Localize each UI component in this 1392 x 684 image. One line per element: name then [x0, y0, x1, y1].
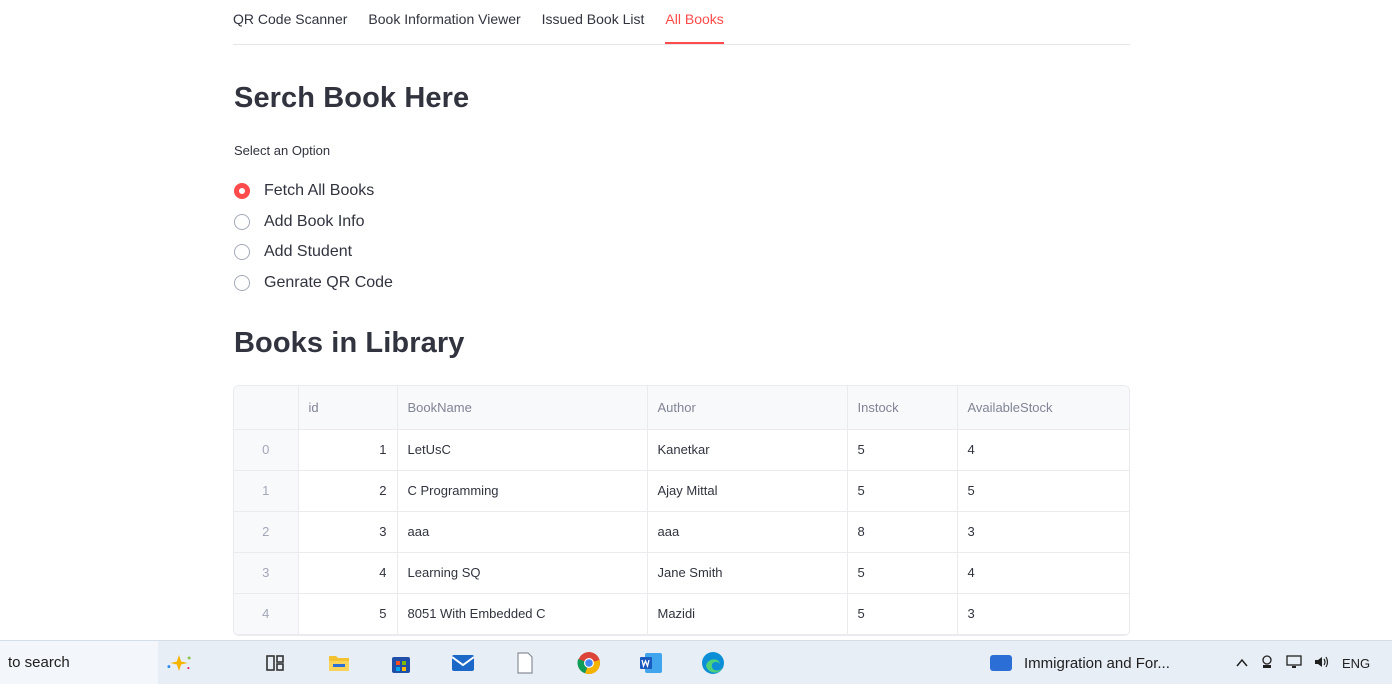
language-indicator[interactable]: ENG [1342, 656, 1370, 671]
row-index: 4 [234, 593, 299, 635]
app-window: QR Code Scanner Book Information Viewer … [0, 0, 1392, 640]
taskbar-search-box[interactable]: to search [0, 641, 158, 684]
tab-bar: QR Code Scanner Book Information Viewer … [233, 0, 1130, 45]
column-header-instock[interactable]: Instock [847, 386, 958, 430]
cell-availablestock[interactable]: 4 [957, 552, 1129, 594]
radio-group-label: Select an Option [234, 143, 331, 158]
cell-author[interactable]: Ajay Mittal [647, 470, 848, 512]
cell-id[interactable]: 2 [298, 470, 398, 512]
cell-availablestock[interactable]: 3 [957, 593, 1129, 635]
table-row: 0 1 LetUsC Kanetkar 5 4 [234, 429, 1129, 471]
cell-author[interactable]: Kanetkar [647, 429, 848, 471]
tab-all-books[interactable]: All Books [665, 0, 724, 44]
cell-instock[interactable]: 5 [847, 593, 958, 635]
cell-bookname[interactable]: C Programming [397, 470, 648, 512]
column-header-availablestock[interactable]: AvailableStock [957, 386, 1129, 430]
radio-unselected-icon[interactable] [234, 244, 250, 261]
radio-add-student[interactable]: Add Student [234, 237, 393, 268]
option-radio-group: Fetch All Books Add Book Info Add Studen… [234, 176, 393, 298]
table-row: 4 5 8051 With Embedded C Mazidi 5 3 [234, 593, 1129, 635]
network-icon[interactable] [1286, 654, 1302, 672]
library-section-title: Books in Library [234, 327, 465, 359]
cell-instock[interactable]: 5 [847, 429, 958, 471]
volume-icon[interactable] [1314, 655, 1330, 672]
row-index: 1 [234, 470, 299, 512]
column-header-id[interactable]: id [298, 386, 398, 430]
radio-option-label: Genrate QR Code [264, 273, 393, 291]
meet-now-icon[interactable] [1260, 654, 1274, 672]
table-row: 3 4 Learning SQ Jane Smith 5 4 [234, 552, 1129, 594]
file-explorer-icon[interactable] [326, 650, 352, 676]
running-app-label: Immigration and For... [1024, 654, 1170, 672]
column-header-bookname[interactable]: BookName [397, 386, 648, 430]
tab-issued-book-list[interactable]: Issued Book List [542, 0, 645, 44]
cell-bookname[interactable]: Learning SQ [397, 552, 648, 594]
table-row: 1 2 C Programming Ajay Mittal 5 5 [234, 470, 1129, 512]
system-tray: ENG [1236, 650, 1382, 676]
cell-id[interactable]: 4 [298, 552, 398, 594]
cell-bookname[interactable]: LetUsC [397, 429, 648, 471]
table-row: 2 3 aaa aaa 8 3 [234, 511, 1129, 553]
table-header-row: id BookName Author Instock AvailableStoc… [234, 386, 1129, 430]
books-table[interactable]: id BookName Author Instock AvailableStoc… [233, 385, 1130, 636]
search-section-title: Serch Book Here [234, 82, 470, 114]
radio-unselected-icon[interactable] [234, 213, 250, 230]
cell-id[interactable]: 3 [298, 511, 398, 553]
radio-genrate-qr-code[interactable]: Genrate QR Code [234, 268, 393, 299]
cell-author[interactable]: aaa [647, 511, 848, 553]
cell-instock[interactable]: 5 [847, 552, 958, 594]
radio-option-label: Add Book Info [264, 212, 365, 230]
mail-icon[interactable] [450, 650, 476, 676]
row-index: 2 [234, 511, 299, 553]
cell-instock[interactable]: 8 [847, 511, 958, 553]
row-index: 0 [234, 429, 299, 471]
tab-qr-code-scanner[interactable]: QR Code Scanner [233, 0, 347, 44]
taskbar-search-text: to search [8, 654, 70, 671]
copilot-sparkle-icon[interactable] [166, 650, 192, 676]
cell-bookname[interactable]: aaa [397, 511, 648, 553]
chrome-icon[interactable] [576, 650, 602, 676]
radio-option-label: Fetch All Books [264, 182, 375, 200]
edge-icon[interactable] [700, 650, 726, 676]
cell-availablestock[interactable]: 3 [957, 511, 1129, 553]
column-header-author[interactable]: Author [647, 386, 848, 430]
cell-bookname[interactable]: 8051 With Embedded C [397, 593, 648, 635]
cell-author[interactable]: Mazidi [647, 593, 848, 635]
task-view-icon[interactable] [262, 650, 288, 676]
chevron-up-icon[interactable] [1236, 656, 1248, 671]
radio-selected-icon[interactable] [234, 183, 250, 200]
radio-option-label: Add Student [264, 243, 353, 261]
windows-taskbar: to search Immigration and For... ENG [0, 640, 1392, 684]
radio-unselected-icon[interactable] [234, 274, 250, 291]
microsoft-store-icon[interactable] [388, 650, 414, 676]
cell-id[interactable]: 5 [298, 593, 398, 635]
radio-add-book-info[interactable]: Add Book Info [234, 207, 393, 238]
radio-fetch-all-books[interactable]: Fetch All Books [234, 176, 393, 207]
column-header-index[interactable] [234, 386, 299, 430]
cell-availablestock[interactable]: 5 [957, 470, 1129, 512]
cell-id[interactable]: 1 [298, 429, 398, 471]
word-icon[interactable] [638, 650, 664, 676]
taskbar-running-app[interactable]: Immigration and For... [990, 650, 1170, 676]
cell-availablestock[interactable]: 4 [957, 429, 1129, 471]
notepad-icon[interactable] [512, 650, 538, 676]
cell-instock[interactable]: 5 [847, 470, 958, 512]
app-window-icon [990, 655, 1012, 671]
tab-book-information-viewer[interactable]: Book Information Viewer [368, 0, 520, 44]
row-index: 3 [234, 552, 299, 594]
cell-author[interactable]: Jane Smith [647, 552, 848, 594]
